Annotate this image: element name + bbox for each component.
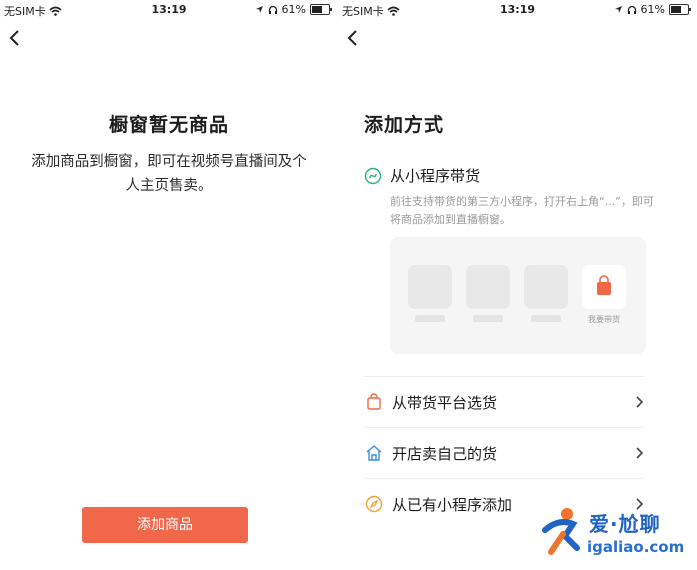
mini-program-preview: 我要带货	[390, 237, 646, 354]
empty-description: 添加商品到橱窗，即可在视频号直播间及个人主页售卖。	[31, 154, 307, 194]
back-chevron-icon[interactable]	[8, 28, 22, 48]
preview-caption: 我要带货	[588, 315, 620, 324]
battery-icon	[669, 4, 691, 15]
showcase-empty-screen: 无SIM卡 13:19 61% 橱窗暂无商品 添加商品到橱窗，即可在视频号直播间…	[0, 0, 338, 570]
watermark-logo: 爱·尬聊 igaliao.com	[537, 502, 687, 564]
headphone-icon	[627, 5, 636, 14]
compass-icon	[364, 494, 384, 514]
add-product-button[interactable]: 添加商品	[82, 507, 248, 543]
chevron-right-icon	[636, 396, 644, 408]
headphone-icon	[268, 5, 277, 14]
preview-tile	[524, 265, 568, 309]
battery-percent: 61%	[640, 3, 665, 16]
status-bar: 无SIM卡 13:19 61%	[0, 0, 338, 20]
store-icon	[364, 443, 384, 463]
chevron-right-icon	[636, 447, 644, 459]
watermark-text: 爱·尬聊	[589, 512, 661, 536]
option-label: 从带货平台选货	[392, 393, 498, 412]
preview-shop-tile	[582, 265, 626, 309]
battery-icon	[310, 4, 332, 15]
status-bar: 无SIM卡 13:19 61%	[338, 0, 697, 20]
preview-tile	[466, 265, 510, 309]
option-platform-select[interactable]: 从带货平台选货	[364, 377, 644, 427]
preview-placeholder-line	[473, 315, 503, 322]
mini-program-label: 从小程序带货	[390, 167, 481, 185]
mini-program-description: 前往支持带货的第三方小程序，打开右上角“...”，即可将商品添加到直播橱窗。	[390, 195, 654, 226]
location-icon	[255, 6, 263, 13]
mini-program-option[interactable]: 从小程序带货	[364, 165, 480, 186]
empty-title: 橱窗暂无商品	[108, 114, 229, 136]
preview-placeholder-line	[415, 315, 445, 322]
preview-placeholder-line	[531, 315, 561, 322]
preview-tile	[408, 265, 452, 309]
runner-logo-icon	[542, 508, 580, 555]
shopping-bag-icon	[597, 275, 611, 295]
watermark-url: igaliao.com	[587, 538, 685, 556]
page-title: 添加方式	[364, 114, 445, 136]
battery-percent: 61%	[281, 3, 306, 16]
mini-program-icon	[364, 167, 382, 184]
location-icon	[614, 6, 622, 13]
add-method-screen: 无SIM卡 13:19 61% 添加方式 从小程序带货 前往支持带货的第三方小程…	[338, 0, 697, 570]
shopping-bag-icon	[364, 392, 384, 412]
option-label: 开店卖自己的货	[392, 444, 498, 463]
back-chevron-icon[interactable]	[346, 28, 360, 48]
option-open-store[interactable]: 开店卖自己的货	[364, 428, 644, 478]
